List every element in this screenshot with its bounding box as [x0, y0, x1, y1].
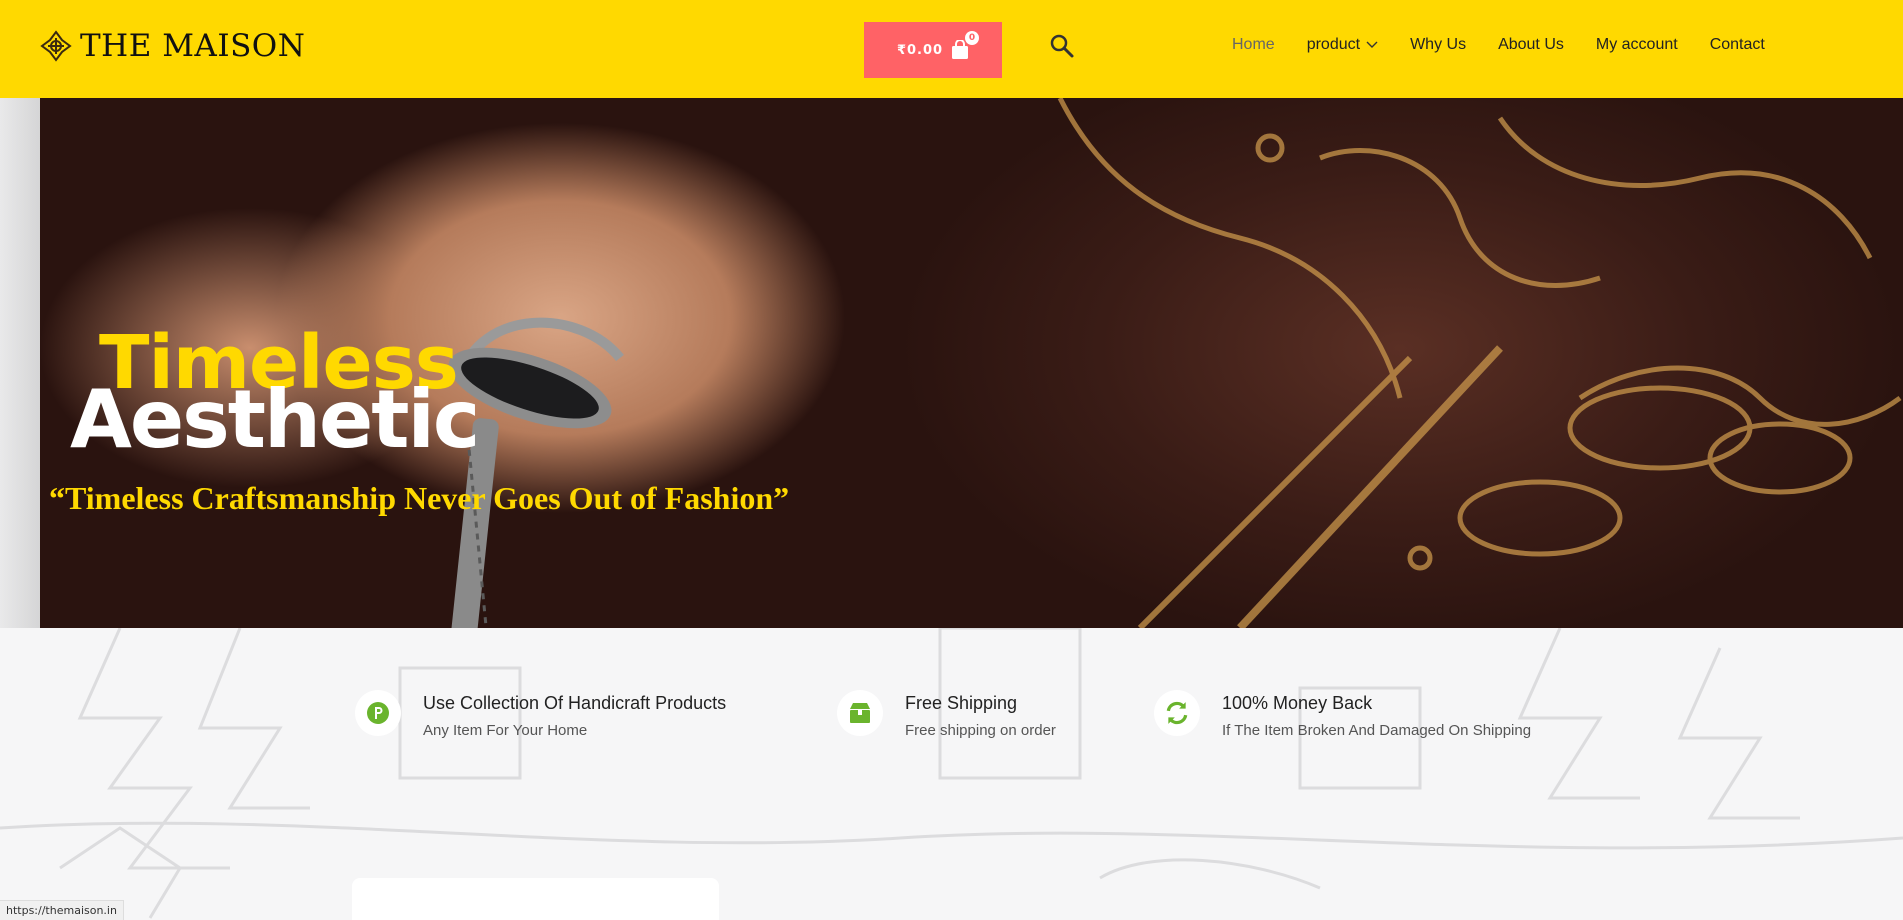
feature-title: Use Collection Of Handicraft Products [423, 693, 727, 713]
feature-desc: Free shipping on order [905, 722, 1056, 739]
shopping-bag-icon: 0 [951, 31, 980, 60]
feature-icon-wrap [1154, 690, 1200, 736]
feature-text: Free Shipping Free shipping on order [905, 692, 1056, 744]
nav-home[interactable]: Home [1232, 36, 1275, 54]
feature-text: Use Collection Of Handicraft Products An… [423, 692, 726, 744]
chevron-down-icon [1366, 41, 1378, 48]
feature-text: 100% Money Back If The Item Broken And D… [1222, 692, 1531, 744]
site-logo[interactable]: THE MAISON [40, 26, 305, 66]
logo-text: THE MAISON [80, 28, 306, 64]
feature-money-back: 100% Money Back If The Item Broken And D… [1154, 690, 1534, 744]
nav-about-us[interactable]: About Us [1498, 36, 1564, 54]
refresh-icon [1166, 701, 1188, 725]
features-section: Use Collection Of Handicraft Products An… [0, 628, 1903, 920]
feature-title: 100% Money Back [1222, 693, 1373, 713]
logo-ornament-icon [40, 30, 72, 62]
hero-banner: Timeless Aesthetic “Timeless Craftsmansh… [0, 98, 1903, 628]
status-bar-url: https://themaison.in [0, 900, 124, 920]
search-button[interactable] [1049, 33, 1075, 59]
feature-desc: If The Item Broken And Damaged On Shippi… [1222, 722, 1532, 739]
nav-my-account[interactable]: My account [1596, 36, 1678, 54]
box-icon [850, 703, 870, 723]
cart-count-badge: 0 [965, 31, 980, 45]
main-nav: Home product Why Us About Us My account … [1232, 34, 1765, 56]
hero-sleeve-cuff [0, 98, 40, 628]
feature-icon-wrap [837, 690, 883, 736]
feature-free-shipping: Free Shipping Free shipping on order [837, 690, 1137, 744]
hero-quote: “Timeless Craftsmanship Never Goes Out o… [49, 480, 790, 516]
feature-icon-wrap [355, 690, 401, 736]
nav-why-us[interactable]: Why Us [1410, 36, 1466, 54]
nav-product[interactable]: product [1307, 36, 1378, 54]
hero-embroidery-pattern [1057, 98, 1902, 628]
site-header: THE MAISON ₹0.00 0 Home product Why Us A… [0, 0, 1903, 98]
p-badge-icon [367, 702, 389, 724]
feature-title: Free Shipping [905, 693, 1018, 713]
feature-desc: Any Item For Your Home [423, 722, 588, 739]
product-card[interactable] [352, 878, 719, 920]
feature-handicraft: Use Collection Of Handicraft Products An… [355, 690, 755, 744]
search-icon [1050, 34, 1074, 58]
cart-button[interactable]: ₹0.00 0 [864, 22, 1002, 78]
cart-amount: ₹0.00 [896, 42, 944, 58]
nav-contact[interactable]: Contact [1710, 36, 1765, 54]
nav-product-label: product [1306, 36, 1361, 53]
hero-title-line2: Aesthetic [70, 373, 480, 466]
sketch-background-pattern [0, 628, 1903, 919]
